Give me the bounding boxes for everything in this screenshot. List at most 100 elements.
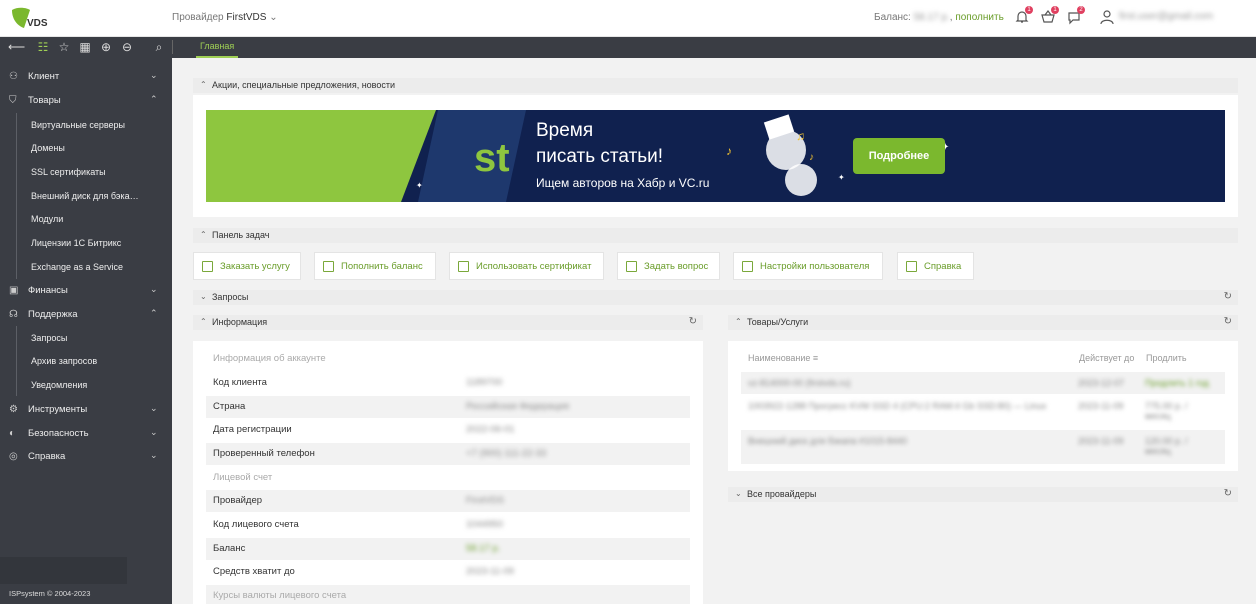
tasks-title: Панель задач [212,230,270,240]
refresh-icon[interactable]: ↻ [1224,291,1232,302]
goods-name: vz-814000-00 (firstvds.ru) [748,378,851,388]
requests-section-header[interactable]: ⌄ Запросы ↻ [193,290,1238,305]
sidebar-item-tools[interactable]: ⚙ Инструменты ⌄ [0,398,172,420]
goods-header-renew[interactable]: Продлить [1146,353,1187,363]
topup-balance-button[interactable]: Пополнить баланс [314,252,436,280]
collapse-all-icon[interactable]: ⊖ [120,40,134,54]
chevron-down-icon: ⌄ [150,284,158,294]
sidebar-sub-exchange[interactable]: Exchange as a Service [31,262,123,272]
task-label: Справка [924,261,962,272]
banner-more-button[interactable]: Подробнее [853,138,945,174]
tab-main[interactable]: Главная [200,41,234,51]
table-row[interactable]: 1003922-1288 Прогресс KVM SSD 4 (CPU:2 R… [741,395,1225,429]
expand-all-icon[interactable]: ⊕ [99,40,113,54]
info-value: 1189700 [466,377,503,388]
info-value: FirstVDS [466,495,504,506]
sidebar-sub-ssl[interactable]: SSL сертификаты [31,167,106,177]
table-row[interactable]: vz-814000-00 (firstvds.ru) 2023-12-07 Прод… [741,372,1225,394]
back-arrow-icon[interactable]: ⟵ [8,40,25,54]
info-section-header[interactable]: ⌃ Информация ↻ [193,315,703,330]
sidebar-item-goods[interactable]: ⛉ Товары ⌃ [0,89,172,111]
goods-renew[interactable]: 775.00 р. / месяц [1145,401,1215,421]
sidebar-item-support[interactable]: ☊ Поддержка ⌃ [0,303,172,325]
ask-question-button[interactable]: Задать вопрос [617,252,720,280]
sidebar-item-label: Финансы [28,285,68,296]
user-icon: ⚇ [9,71,18,82]
banner-line3: Ищем авторов на Хабр и VC.ru [536,176,710,190]
promo-section-header[interactable]: ⌃ Акции, специальные предложения, новости [193,78,1238,93]
calendar-icon[interactable]: ▦ [78,40,92,54]
support-chat-icon[interactable]: 2 [1066,6,1085,25]
use-certificate-button[interactable]: Использовать сертификат [449,252,604,280]
chevron-down-icon: ⌄ [150,427,158,437]
goods-date: 2023-12-07 [1078,378,1125,388]
info-value: 58.17 р. [466,543,501,554]
goods-section-header[interactable]: ⌃ Товары/Услуги ↻ [728,315,1238,330]
basket-icon[interactable]: 1 [1040,6,1059,25]
sidebar-sub-request-archive[interactable]: Архив запросов [31,356,97,366]
sidebar-sub-requests[interactable]: Запросы [31,333,67,343]
sidebar-sub-backup-disk[interactable]: Внешний диск для бэка… [31,191,139,201]
sidebar-sub-domains[interactable]: Домены [31,143,65,153]
user-settings-button[interactable]: Настройки пользователя [733,252,883,280]
notifications-bell-icon[interactable]: 1 [1014,6,1033,25]
star-icon[interactable]: ☆ [57,40,71,54]
info-key: Код клиента [213,377,267,388]
provider-prefix: Провайдер [172,12,224,23]
refresh-icon[interactable]: ↻ [1224,316,1232,327]
goods-header-name[interactable]: Наименование ≡ [748,353,818,363]
providers-title: Все провайдеры [747,489,817,499]
toolbar-divider [172,40,173,54]
goods-renew[interactable]: 120.00 р. / месяц [1145,436,1215,456]
wallet-icon [323,261,334,272]
refresh-icon[interactable]: ↻ [689,316,697,327]
svg-text:✦: ✦ [416,181,423,190]
sidebar-sub-notifications[interactable]: Уведомления [31,380,87,390]
notification-badge: 1 [1025,6,1033,14]
sidebar-sub-virtual-servers[interactable]: Виртуальные серверы [31,120,125,130]
group-label: Лицевой счет [213,472,273,483]
sidebar-item-help[interactable]: ◎ Справка ⌄ [0,445,172,467]
providers-section-header[interactable]: ⌄ Все провайдеры ↻ [728,487,1238,502]
table-row[interactable]: Внешний диск для бэкапа #1015-8440 2023-1… [741,430,1225,464]
search-icon[interactable]: ⌕ [152,40,166,54]
sidebar-sub-modules[interactable]: Модули [31,214,63,224]
info-row: Баланс 58.17 р. [206,538,690,560]
tree-icon[interactable]: ☷ [36,40,50,54]
task-label: Настройки пользователя [760,261,870,272]
info-group-header: Курсы валюты лицевого счета [206,585,690,604]
info-row: Проверенный телефон +7 (900) 111-22-33 [206,443,690,465]
group-label: Курсы валюты лицевого счета [213,590,347,601]
group-label: Информация об аккаунте [213,353,326,364]
svg-text:♪: ♪ [809,152,814,163]
topup-link[interactable]: пополнить [955,12,1003,23]
support-badge: 2 [1077,6,1085,14]
basket-badge: 1 [1051,6,1059,14]
task-label: Использовать сертификат [476,261,592,272]
firstvds-logo[interactable]: VDS [10,6,50,30]
chat-icon [626,261,637,272]
sidebar-item-finance[interactable]: ▣ Финансы ⌄ [0,279,172,301]
provider-selector[interactable]: Провайдер FirstVDS ⌄ [172,12,278,23]
help-button[interactable]: Справка [897,252,974,280]
goods-header-date[interactable]: Действует до [1079,353,1134,363]
sidebar-item-security[interactable]: ◐ Безопасность ⌄ [0,422,172,444]
sidebar-item-label: Товары [28,95,61,106]
refresh-icon[interactable]: ↻ [1224,488,1232,499]
main-area: ⌃ Акции, специальные предложения, новости… [172,58,1256,604]
sidebar-item-label: Безопасность [28,428,89,439]
tasks-section-header[interactable]: ⌃ Панель задач [193,228,1238,243]
gear-icon: ⚙ [9,404,18,415]
promo-banner[interactable]: ♪ ♫ ♪ ✦ ✦ ✦ st Время писать статьи! Ищем… [206,110,1225,202]
info-key: Проверенный телефон [213,448,315,459]
goods-date: 2023-11-09 [1078,401,1124,411]
info-value: 1044950 [466,519,503,530]
goods-renew[interactable]: Продлить 1 год [1145,378,1215,388]
order-service-button[interactable]: Заказать услугу [193,252,301,280]
user-icon [1100,10,1114,25]
basket-icon: ⛉ [9,95,17,106]
sidebar-sub-bitrix[interactable]: Лицензии 1С Битрикс [31,238,121,248]
user-menu[interactable]: first.user@gmail.com [1099,9,1213,25]
sidebar-item-client[interactable]: ⚇ Клиент ⌄ [0,65,172,87]
chevron-up-icon: ⌃ [150,94,158,104]
